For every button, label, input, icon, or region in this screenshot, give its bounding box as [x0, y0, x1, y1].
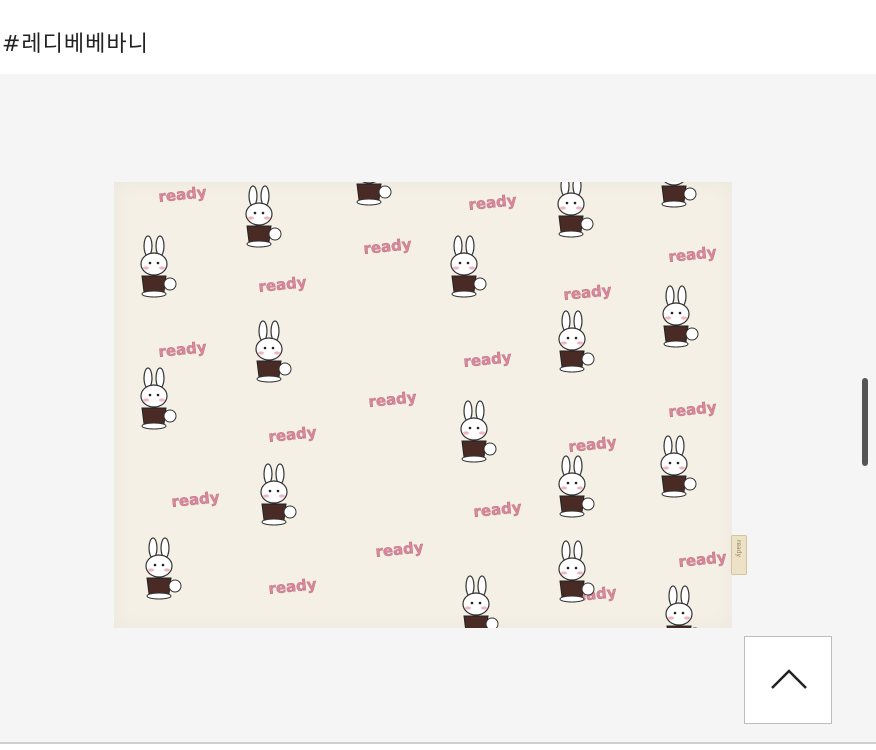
- bunny-icon: [662, 285, 699, 348]
- pattern-word: ready: [668, 243, 718, 266]
- pattern-word: ready: [368, 388, 418, 411]
- pattern-word: ready: [678, 548, 728, 571]
- scrollbar-thumb[interactable]: [862, 378, 868, 466]
- bunny-icon: [245, 185, 282, 248]
- bunny-icon: [665, 585, 698, 628]
- bunny-icon: [145, 537, 182, 600]
- chevron-up-icon: [771, 669, 807, 689]
- pattern-word: ready: [375, 538, 425, 561]
- pattern-svg: ready ready ready ready ready ready ready ready…: [140, 182, 728, 628]
- bunny-icon: [558, 455, 595, 518]
- bunny-icon: [462, 575, 499, 628]
- hashtag-title: #레디베베바니: [2, 32, 149, 57]
- pattern-word: ready: [468, 191, 518, 214]
- pattern-word: ready: [258, 273, 308, 296]
- pattern-word: ready: [158, 338, 208, 361]
- pattern-word: ready: [568, 433, 618, 456]
- bunny-icon: [450, 235, 487, 298]
- bunny-icon: [260, 463, 297, 526]
- bunny-icon: [660, 435, 697, 498]
- bunny-icon: [255, 320, 292, 383]
- bunny-icon: [356, 182, 392, 206]
- pattern-word: ready: [473, 498, 523, 521]
- bunny-icon: [140, 367, 177, 430]
- scroll-to-top-button[interactable]: [744, 636, 832, 724]
- pattern-word: ready: [668, 398, 718, 421]
- pattern-word: ready: [268, 423, 318, 446]
- label-tag-text: ready: [735, 540, 742, 558]
- bunny-icon: [558, 540, 595, 603]
- bunny-icon: [460, 400, 497, 463]
- bunny-icon: [661, 182, 697, 208]
- pattern-word: ready: [171, 488, 221, 511]
- bunny-icon: [558, 310, 595, 373]
- pattern-word: ready: [563, 281, 613, 304]
- pattern-word: ready: [268, 575, 318, 598]
- pattern-word: ready: [363, 235, 413, 258]
- bunny-icon: [557, 182, 594, 238]
- product-image: ready ready ready ready ready ready ready ready…: [114, 182, 732, 628]
- bottom-strip: [0, 744, 876, 750]
- pattern-word: ready: [158, 183, 208, 206]
- label-tag: ready: [731, 535, 747, 575]
- bunny-icon: [140, 235, 177, 298]
- pattern-word: ready: [463, 348, 513, 371]
